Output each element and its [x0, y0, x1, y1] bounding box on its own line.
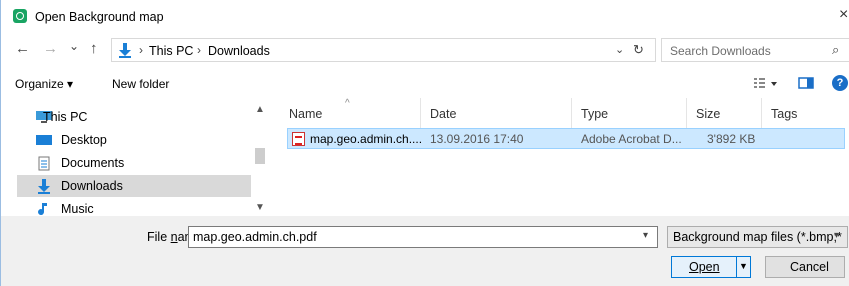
download-folder-icon: [118, 43, 132, 61]
open-button[interactable]: Open ▼: [671, 256, 751, 278]
close-icon[interactable]: ×: [839, 6, 848, 24]
column-headers: ^ Name Date Type Size Tags: [273, 98, 849, 128]
forward-arrow-icon[interactable]: →: [43, 40, 58, 57]
navigation-scrollbar[interactable]: ▲ ▼: [251, 98, 269, 216]
column-header-size[interactable]: Size: [696, 107, 720, 121]
column-divider[interactable]: [420, 98, 421, 128]
split-divider: [736, 257, 737, 277]
app-icon: [13, 9, 27, 23]
download-icon: [35, 179, 53, 197]
chevron-down-icon[interactable]: ▾: [834, 230, 839, 241]
tree-item-this-pc[interactable]: This PC: [17, 106, 251, 128]
breadcrumb-separator: ›: [139, 43, 143, 57]
documents-icon: [35, 156, 53, 174]
navigation-pane: This PC Desktop Documents Downloads Musi…: [1, 98, 269, 216]
sort-ascending-icon: ^: [345, 98, 350, 109]
breadcrumb-this-pc[interactable]: This PC: [149, 44, 193, 58]
file-size: 3'892 KB: [707, 132, 756, 146]
pdf-icon: [292, 132, 305, 146]
file-name-field[interactable]: map.geo.admin.ch.pdf ▾: [188, 226, 658, 248]
tree-item-documents[interactable]: Documents: [17, 152, 251, 174]
column-divider[interactable]: [571, 98, 572, 128]
file-date: 13.09.2016 17:40: [430, 132, 524, 146]
column-header-type[interactable]: Type: [581, 107, 608, 121]
tree-item-label: Music: [61, 202, 94, 216]
command-bar: Organize ▾ New folder ?: [1, 70, 849, 98]
file-row[interactable]: map.geo.admin.ch.... 13.09.2016 17:40 Ad…: [287, 128, 845, 149]
column-header-name[interactable]: Name: [289, 107, 322, 121]
desktop-folder-icon: [35, 133, 53, 150]
tree-item-downloads[interactable]: Downloads: [17, 175, 251, 197]
organize-menu[interactable]: Organize ▾: [15, 77, 73, 91]
new-folder-button[interactable]: New folder: [112, 77, 169, 91]
cancel-button[interactable]: Cancel: [765, 256, 845, 278]
address-bar[interactable]: › This PC › Downloads ⌄ ↻: [111, 38, 656, 62]
chevron-down-icon[interactable]: ▾: [643, 230, 648, 241]
cancel-button-label: Cancel: [790, 260, 829, 274]
title-bar: Open Background map ×: [1, 0, 849, 34]
file-name-label-part: File: [147, 230, 171, 244]
view-options-icon[interactable]: [753, 75, 779, 94]
open-button-label: Open: [689, 260, 720, 274]
file-name-label-accelerator: n: [170, 230, 178, 244]
search-box[interactable]: Search Downloads ⌕: [661, 38, 849, 62]
tree-item-label: This PC: [43, 110, 88, 124]
tree-item-label: Downloads: [61, 179, 123, 193]
up-arrow-icon[interactable]: ↑: [90, 40, 98, 57]
column-divider[interactable]: [761, 98, 762, 128]
navigation-bar: ← → ⌄ ↑ › This PC › Downloads ⌄ ↻ Search…: [1, 36, 849, 66]
window-title: Open Background map: [35, 10, 164, 24]
column-header-date[interactable]: Date: [430, 107, 456, 121]
preview-pane-icon[interactable]: [798, 75, 814, 94]
file-name-value: map.geo.admin.ch.pdf: [193, 230, 317, 244]
scroll-thumb[interactable]: [255, 148, 265, 164]
tree-item-label: Desktop: [61, 133, 107, 147]
search-icon[interactable]: ⌕: [832, 42, 839, 58]
file-type-filter[interactable]: Background map files (*.bmp;* ▾: [667, 226, 848, 248]
scroll-down-icon[interactable]: ▼: [255, 202, 265, 213]
scroll-up-icon[interactable]: ▲: [255, 104, 265, 115]
column-header-tags[interactable]: Tags: [771, 107, 797, 121]
open-file-dialog: Open Background map × ← → ⌄ ↑ › This PC …: [0, 0, 849, 286]
file-type: Adobe Acrobat D...: [581, 132, 682, 146]
recent-locations-icon[interactable]: ⌄: [69, 39, 79, 53]
tree-item-desktop[interactable]: Desktop: [17, 129, 251, 151]
tree-item-label: Documents: [61, 156, 125, 170]
open-options-icon[interactable]: ▼: [739, 261, 748, 271]
back-arrow-icon[interactable]: ←: [15, 40, 30, 57]
column-divider[interactable]: [686, 98, 687, 128]
file-type-filter-value: Background map files (*.bmp;*: [673, 230, 842, 244]
help-icon[interactable]: ?: [832, 75, 848, 91]
file-name: map.geo.admin.ch....: [310, 132, 423, 146]
search-placeholder: Search Downloads: [670, 44, 771, 58]
dialog-footer: File name: map.geo.admin.ch.pdf ▾ Backgr…: [1, 216, 849, 286]
breadcrumb-separator: ›: [197, 43, 201, 57]
breadcrumb-downloads[interactable]: Downloads: [208, 44, 270, 58]
chevron-down-icon[interactable]: ⌄: [615, 43, 624, 56]
refresh-icon[interactable]: ↻: [633, 42, 644, 58]
